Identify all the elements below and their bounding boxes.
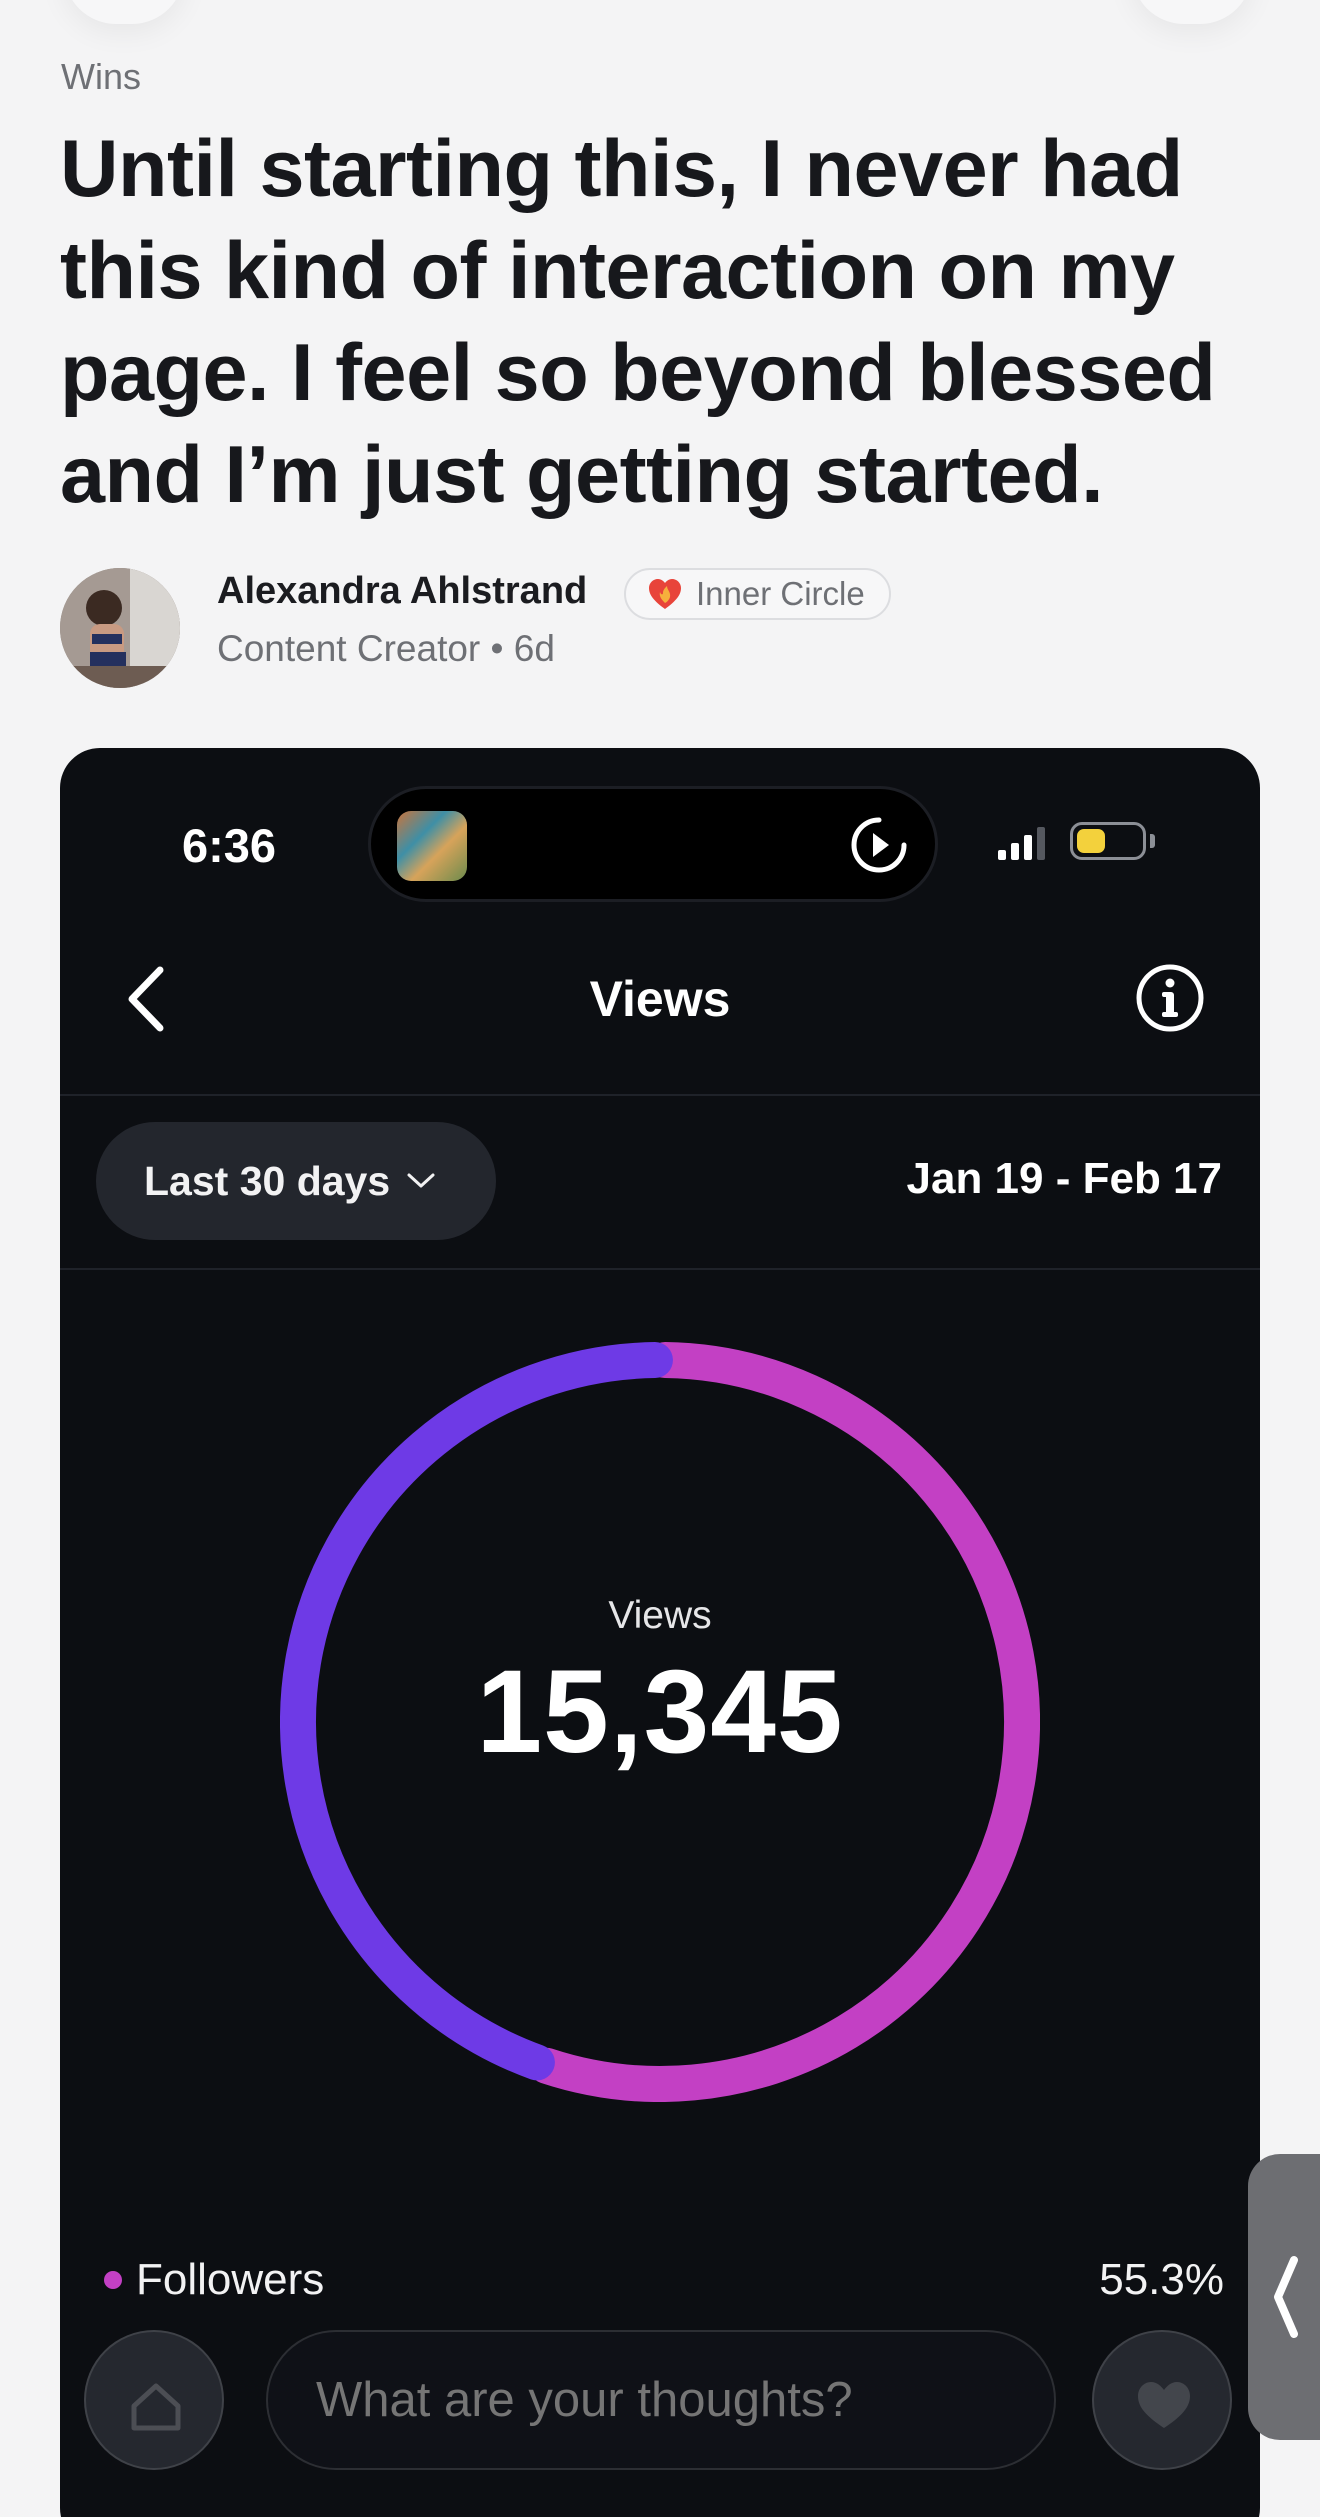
chevron-left-icon	[1274, 2256, 1298, 2338]
post-title: Until starting this, I never had this ki…	[60, 124, 1216, 520]
attached-screenshot[interactable]: 6:36 Views Last 30 days Jan 19 - Feb 17 …	[60, 748, 1260, 2517]
range-label: Last 30 days	[144, 1157, 391, 1204]
screen-title: Views	[589, 971, 731, 1027]
chevron-down-icon	[407, 1173, 435, 1188]
header-divider	[60, 1094, 1260, 1096]
top-right-button[interactable]	[1132, 0, 1252, 24]
play-circle-icon	[851, 817, 907, 873]
side-drawer-tab[interactable]	[1248, 2154, 1320, 2440]
author-name[interactable]: Alexandra Ahlstrand	[217, 570, 587, 613]
status-time: 6:36	[182, 819, 277, 872]
range-dropdown[interactable]: Last 30 days	[96, 1122, 496, 1240]
donut-center-value: 15,345	[476, 1646, 844, 1778]
home-button[interactable]	[84, 2330, 224, 2470]
post-page: Wins Until starting this, I never had th…	[0, 0, 1320, 2517]
comment-input[interactable]	[316, 2372, 1016, 2428]
signal-icon	[998, 827, 1045, 860]
author-avatar[interactable]	[60, 568, 180, 688]
battery-icon	[1070, 822, 1146, 860]
comment-composer[interactable]	[266, 2330, 1056, 2470]
avatar-photo	[60, 568, 180, 688]
burning-heart-icon	[649, 579, 681, 609]
badge-label: Inner Circle	[696, 575, 865, 612]
filter-divider	[60, 1268, 1260, 1270]
heart-icon	[1138, 2382, 1190, 2428]
donut-center-label: Views	[608, 1594, 712, 1637]
info-icon[interactable]	[1134, 962, 1206, 1034]
home-icon	[131, 2383, 181, 2431]
legend-dot	[104, 2271, 122, 2289]
top-left-button[interactable]	[64, 0, 184, 24]
post-category[interactable]: Wins	[61, 56, 141, 98]
now-playing-thumbnail	[397, 811, 467, 881]
battery-tip	[1150, 834, 1155, 848]
inner-circle-badge: Inner Circle	[624, 568, 891, 620]
legend-label: Followers	[136, 2255, 325, 2304]
date-range: Jan 19 - Feb 17	[906, 1154, 1222, 1203]
like-button[interactable]	[1092, 2330, 1232, 2470]
legend-row-followers: Followers 55.3%	[104, 2250, 1224, 2310]
legend-value: 55.3%	[1099, 2255, 1224, 2304]
battery-level	[1077, 829, 1105, 853]
author-role-time: Content Creator • 6d	[217, 628, 555, 669]
dynamic-island	[368, 786, 938, 902]
